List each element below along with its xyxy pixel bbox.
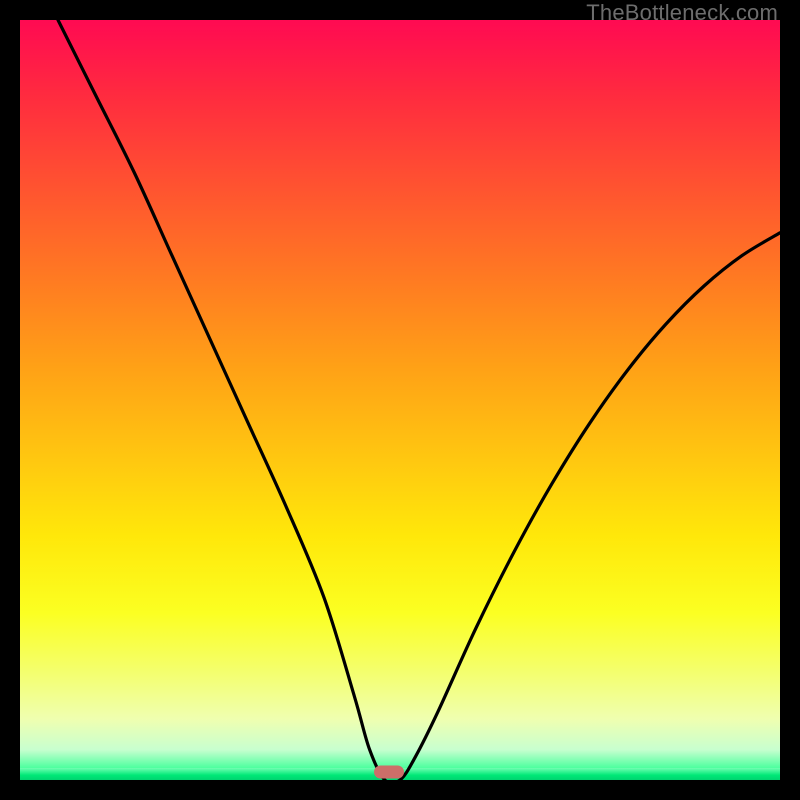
curve-svg xyxy=(20,20,780,780)
optimal-marker xyxy=(374,766,404,779)
chart-frame: TheBottleneck.com xyxy=(0,0,800,800)
plot-area xyxy=(20,20,780,780)
bottleneck-curve xyxy=(58,20,780,780)
watermark-text: TheBottleneck.com xyxy=(586,0,778,26)
